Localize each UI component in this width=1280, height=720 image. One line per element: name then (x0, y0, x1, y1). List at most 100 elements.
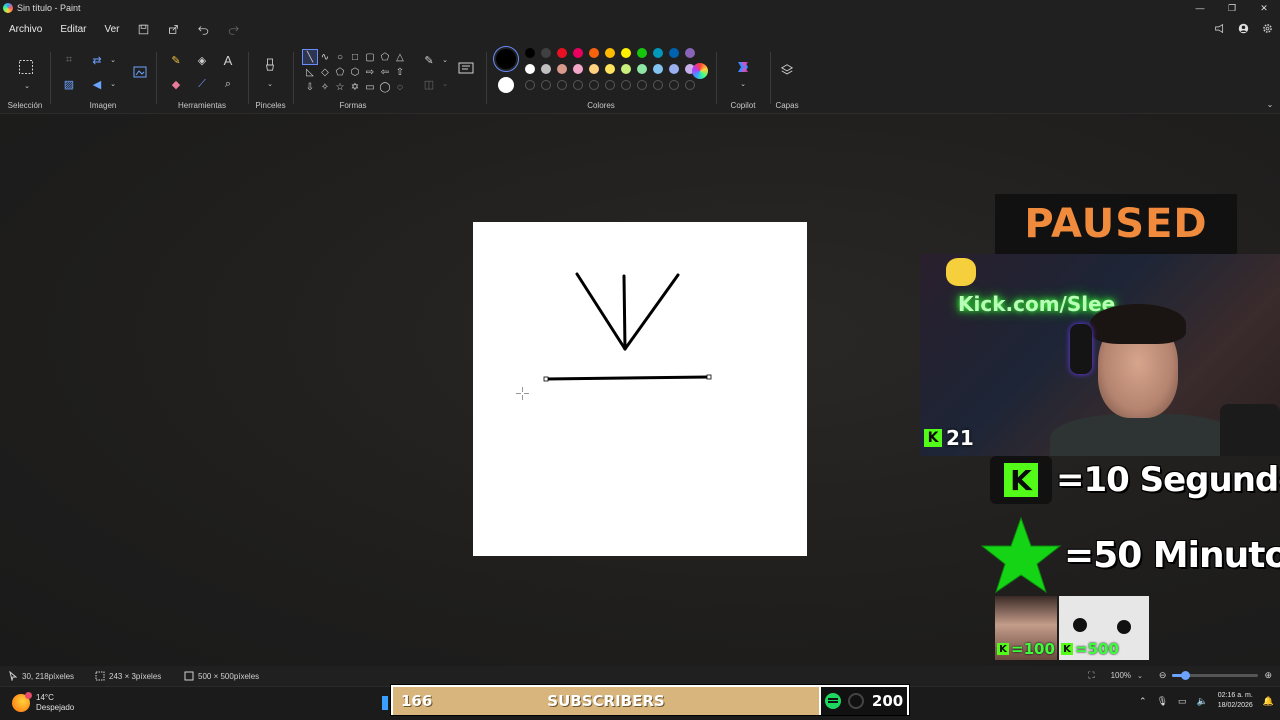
custom-color-slot-3[interactable] (557, 80, 567, 90)
six-point-star-shape-icon[interactable]: ✡ (348, 80, 362, 94)
feedback-icon[interactable] (1212, 21, 1226, 35)
color-swatch-row1-1[interactable] (525, 48, 535, 58)
oval-shape-icon[interactable]: ○ (333, 50, 347, 64)
color-swatch-row2-6[interactable] (605, 64, 615, 74)
zoom-slider-knob[interactable] (1181, 671, 1191, 680)
color-swatch-row1-2[interactable] (541, 48, 551, 58)
chevron-down-icon[interactable]: ⌄ (262, 76, 278, 92)
collapse-ribbon-icon[interactable]: ⌄ (1262, 96, 1278, 112)
down-arrow-shape-icon[interactable]: ⇩ (303, 80, 317, 94)
rounded-rectangle-shape-icon[interactable]: ▢ (363, 50, 377, 64)
custom-color-slot-7[interactable] (621, 80, 631, 90)
color-swatch-row2-7[interactable] (621, 64, 631, 74)
rectangle-shape-icon[interactable]: □ (348, 50, 362, 64)
redo-icon[interactable] (227, 22, 241, 36)
color-swatch-row1-8[interactable] (637, 48, 647, 58)
custom-color-slot-6[interactable] (605, 80, 615, 90)
chevron-down-icon[interactable]: ⌄ (105, 52, 121, 68)
diamond-shape-icon[interactable]: ◇ (318, 65, 332, 79)
color-swatch-row2-8[interactable] (637, 64, 647, 74)
right-arrow-shape-icon[interactable]: ⇨ (363, 65, 377, 79)
rotate-icon[interactable]: ◀ (89, 76, 105, 92)
clock[interactable]: 02:16 a. m. 18/02/2026 (1218, 691, 1253, 711)
chevron-down-icon[interactable]: ⌄ (1137, 672, 1143, 680)
shape-outline-icon[interactable]: ✎ (421, 52, 437, 68)
four-point-star-shape-icon[interactable]: ✧ (318, 80, 332, 94)
network-icon[interactable]: ▭ (1178, 696, 1187, 707)
custom-color-slot-4[interactable] (573, 80, 583, 90)
color-picker-icon[interactable]: ⟋ (194, 76, 210, 92)
callout-cloud-shape-icon[interactable]: ◌ (393, 80, 407, 94)
maximize-button[interactable]: ❐ (1216, 0, 1248, 16)
color-swatch-row2-9[interactable] (653, 64, 663, 74)
menu-archivo[interactable]: Archivo (0, 24, 51, 35)
menu-ver[interactable]: Ver (95, 24, 128, 35)
taskbar-app-icon[interactable] (382, 696, 388, 710)
weather-widget[interactable]: 14°C Despejado (12, 692, 74, 713)
edit-colors-icon[interactable] (692, 63, 708, 79)
eraser-icon[interactable]: ◆ (168, 76, 184, 92)
pencil-icon[interactable]: ✎ (168, 52, 184, 68)
close-button[interactable]: ✕ (1248, 0, 1280, 16)
color-swatch-row1-3[interactable] (557, 48, 567, 58)
triangle-shape-icon[interactable]: △ (393, 50, 407, 64)
zoom-in-icon[interactable]: ⊕ (1264, 670, 1272, 681)
right-triangle-shape-icon[interactable]: ◺ (303, 65, 317, 79)
color-swatch-row2-10[interactable] (669, 64, 679, 74)
resize-icon[interactable]: ⇄ (89, 52, 105, 68)
line-shape-icon[interactable]: ╲ (302, 49, 318, 65)
color-swatch-row1-6[interactable] (605, 48, 615, 58)
zoom-out-icon[interactable]: ⊖ (1159, 670, 1167, 681)
chevron-down-icon[interactable]: ⌄ (19, 78, 35, 94)
chevron-down-icon[interactable]: ⌄ (105, 76, 121, 92)
microphone-tray-icon[interactable]: 🎙 (1157, 696, 1168, 707)
hexagon-shape-icon[interactable]: ⬡ (348, 65, 362, 79)
custom-color-slot-10[interactable] (669, 80, 679, 90)
chevron-down-icon[interactable]: ⌄ (437, 52, 453, 68)
color-swatch-row2-2[interactable] (541, 64, 551, 74)
color-swatch-row2-5[interactable] (589, 64, 599, 74)
color-swatch-row1-9[interactable] (653, 48, 663, 58)
callout-rect-shape-icon[interactable]: ▭ (363, 80, 377, 94)
callout-oval-shape-icon[interactable]: ◯ (378, 80, 392, 94)
settings-gear-icon[interactable] (1260, 21, 1274, 35)
custom-color-slot-1[interactable] (525, 80, 535, 90)
color-swatch-row1-4[interactable] (573, 48, 583, 58)
color-swatch-row1-11[interactable] (685, 48, 695, 58)
zoom-slider[interactable] (1172, 671, 1259, 680)
volume-icon[interactable]: 🔈 (1197, 696, 1208, 707)
text-tool-icon[interactable]: A (220, 52, 236, 68)
remove-background-icon[interactable]: ▨ (61, 76, 77, 92)
custom-color-slot-2[interactable] (541, 80, 551, 90)
five-point-star-shape-icon[interactable]: ☆ (333, 80, 347, 94)
left-arrow-shape-icon[interactable]: ⇦ (378, 65, 392, 79)
color-swatch-row2-4[interactable] (573, 64, 583, 74)
menu-editar[interactable]: Editar (51, 24, 95, 35)
notifications-icon[interactable]: 🔔 (1263, 696, 1274, 707)
magnifier-icon[interactable]: ⌕ (220, 76, 236, 92)
color-swatch-row2-3[interactable] (557, 64, 567, 74)
custom-color-slot-5[interactable] (589, 80, 599, 90)
select-rectangle-icon[interactable] (17, 58, 35, 76)
zoom-level[interactable]: 100% (1111, 671, 1131, 680)
up-arrow-shape-icon[interactable]: ⇧ (393, 65, 407, 79)
share-icon[interactable] (167, 22, 181, 36)
image-select-icon[interactable] (130, 62, 150, 82)
polygon-shape-icon[interactable]: ⬠ (378, 50, 392, 64)
color-swatch-row1-7[interactable] (621, 48, 631, 58)
minimize-button[interactable]: — (1184, 0, 1216, 16)
primary-color-swatch[interactable] (496, 49, 516, 69)
curve-shape-icon[interactable]: ∿ (318, 50, 332, 64)
custom-color-slot-9[interactable] (653, 80, 663, 90)
chevron-up-icon[interactable]: ⌃ (1139, 696, 1147, 707)
color-swatch-row2-1[interactable] (525, 64, 535, 74)
shapes-gallery-icon[interactable] (457, 60, 475, 76)
pentagon-shape-icon[interactable]: ⬠ (333, 65, 347, 79)
line-handle-end[interactable] (706, 374, 712, 380)
fill-bucket-icon[interactable]: ◈ (194, 52, 210, 68)
fit-to-window-icon[interactable]: ⛶ (1088, 670, 1094, 681)
chevron-down-icon[interactable]: ⌄ (735, 76, 751, 92)
save-icon[interactable] (137, 22, 151, 36)
brush-icon[interactable] (262, 56, 278, 74)
custom-color-slot-11[interactable] (685, 80, 695, 90)
